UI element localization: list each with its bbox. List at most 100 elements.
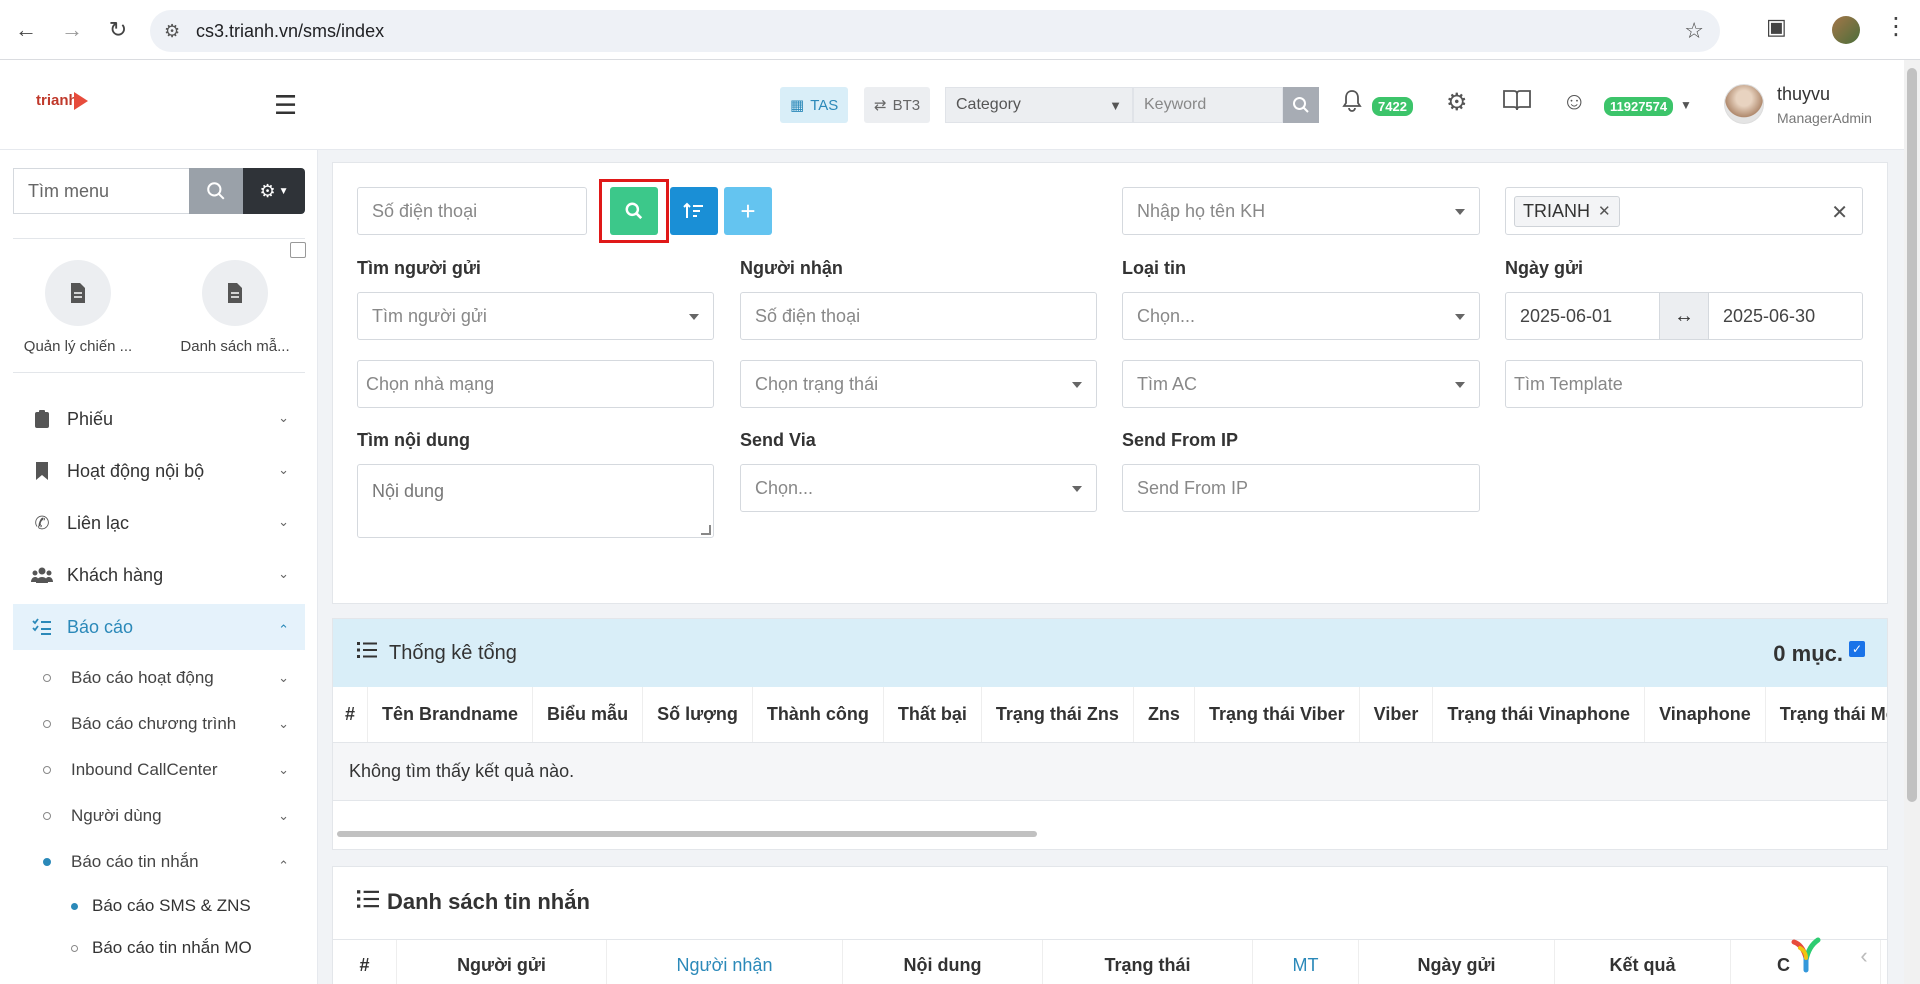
column-header[interactable]: Thất bại [884,687,982,742]
column-header-sortable[interactable]: Người nhận [607,940,843,984]
quick-link-campaigns[interactable]: Quản lý chiến ... [13,260,143,355]
column-header[interactable]: Trạng thái [1043,940,1253,984]
smiley-icon[interactable]: ☺ [1562,88,1587,116]
sidebar-item-tickets[interactable]: Phiếu ⌄ [13,396,305,442]
phone-icon: ✆ [34,512,50,533]
clear-icon[interactable]: ✕ [1831,200,1848,225]
column-header[interactable]: Người gửi [397,940,607,984]
balance-badge[interactable]: 11927574 [1604,97,1674,116]
scrollbar-thumb[interactable] [1907,68,1917,802]
tag-remove-icon[interactable]: ✕ [1598,202,1611,220]
brandname-multiselect[interactable]: TRIANH ✕ ✕ [1505,187,1863,235]
column-header[interactable]: Trạng thái Vinaphone [1433,687,1646,742]
back-icon[interactable]: ← [10,14,42,46]
address-bar[interactable]: ⚙ cs3.trianh.vn/sms/index ☆ [150,10,1720,52]
column-header[interactable]: Viber [1360,687,1434,742]
sidebar-checkbox[interactable] [290,242,306,258]
page-scrollbar[interactable] [1904,60,1920,984]
sender-select[interactable]: Tìm người gửi [357,292,714,340]
reload-icon[interactable]: ↻ [102,14,134,46]
quick-link-templates[interactable]: Danh sách mẫ... [170,260,300,355]
bell-icon[interactable] [1340,88,1364,121]
sidebar-item-sms-zns-report[interactable]: Báo cáo SMS & ZNS [13,888,305,924]
column-header-sortable[interactable]: MT [1253,940,1359,984]
category-select[interactable]: Category ▼ [945,87,1133,123]
url-text[interactable]: cs3.trianh.vn/sms/index [196,21,384,42]
send-ip-input[interactable]: Send From IP [1122,464,1480,512]
keyword-input[interactable]: Keyword [1133,87,1283,123]
sidebar-sub-users[interactable]: Người dùng ⌄ [13,796,305,836]
sidebar-sub-program-report[interactable]: Báo cáo chương trình ⌄ [13,704,305,744]
menu-settings-button[interactable]: ⚙ ▼ [243,168,305,214]
sidebar-item-customers[interactable]: Khách hàng ⌄ [13,552,305,598]
date-to-input[interactable]: 2025-06-30 [1708,292,1863,340]
gear-icon[interactable]: ⚙ [1446,88,1468,117]
menu-search-input[interactable]: Tìm menu [13,168,189,214]
chat-widget-logo-icon[interactable] [1786,934,1826,974]
date-from-input[interactable]: 2025-06-01 [1505,292,1660,340]
send-via-select[interactable]: Chọn... [740,464,1097,512]
chevron-down-icon: ⌄ [278,670,289,685]
user-name[interactable]: thuyvu [1777,84,1830,105]
sidebar-item-internal-activity[interactable]: Hoạt động nội bộ ⌄ [13,448,305,494]
customer-name-select[interactable]: Nhập họ tên KH [1122,187,1480,235]
user-avatar[interactable] [1724,84,1764,124]
sidebar-item-mo-report[interactable]: Báo cáo tin nhắn MO [13,930,305,966]
bullet-icon [43,766,51,774]
ac-select[interactable]: Tìm AC [1122,360,1480,408]
column-header[interactable]: Thành công [753,687,884,742]
template-input[interactable]: Tìm Template [1505,360,1863,408]
sidebar-sub-inbound-callcenter[interactable]: Inbound CallCenter ⌄ [13,750,305,790]
keyword-search-button[interactable] [1283,87,1319,123]
column-header[interactable]: Trạng thái Mobif [1766,687,1887,742]
column-header[interactable]: Trạng thái Zns [982,687,1134,742]
content-textarea[interactable]: Nội dung [357,464,714,538]
column-header[interactable]: Biểu mẫu [533,687,644,742]
forward-icon[interactable]: → [56,14,88,46]
phone-search-input[interactable]: Số điện thoại [357,187,587,235]
resize-handle-icon[interactable] [701,525,711,535]
column-header[interactable]: Số lượng [643,687,753,742]
sort-button[interactable] [670,187,718,235]
brand-tag: TRIANH ✕ [1514,195,1620,227]
bookmark-star-icon[interactable]: ☆ [1684,18,1704,44]
message-type-select[interactable]: Chọn... [1122,292,1480,340]
column-header[interactable]: Zns [1134,687,1195,742]
stats-checkbox[interactable]: ✓ [1849,641,1865,657]
column-header[interactable]: Vinaphone [1645,687,1766,742]
carrier-input[interactable]: Chọn nhà mạng [357,360,714,408]
search-button-highlight [599,179,669,243]
column-header[interactable]: Nội dung [843,940,1043,984]
logo[interactable]: trianh [36,92,88,111]
browser-profile-avatar[interactable] [1832,16,1860,44]
browser-menu-icon[interactable]: ⋮ [1884,12,1908,41]
column-header[interactable]: Kết quả [1555,940,1731,984]
extensions-icon[interactable]: ▣ [1766,14,1787,40]
column-header[interactable]: # [333,940,397,984]
balance-dropdown-icon[interactable]: ▼ [1680,98,1692,112]
sidebar-item-reports[interactable]: Báo cáo ⌃ [13,604,305,650]
receiver-input[interactable]: Số điện thoại [740,292,1097,340]
sidebar-sub-message-report[interactable]: Báo cáo tin nhắn ⌃ [13,842,305,882]
bt3-button[interactable]: ⇄ BT3 [864,87,931,123]
hamburger-menu-icon[interactable]: ☰ [274,90,297,121]
column-header[interactable]: Tên Brandname [368,687,534,742]
column-header[interactable]: Ngày gửi [1359,940,1555,984]
horizontal-scrollbar[interactable] [337,831,1037,837]
chevron-left-icon[interactable]: ‹ [1842,934,1886,978]
customer-placeholder: Nhập họ tên KH [1137,200,1266,221]
sender-label: Tìm người gửi [357,258,481,278]
document-icon [202,260,268,326]
column-header[interactable]: # [333,687,369,742]
column-header[interactable]: Trạng thái Viber [1195,687,1360,742]
sidebar-item-contacts[interactable]: ✆ Liên lạc ⌄ [13,500,305,546]
caret-down-icon [1455,209,1465,215]
book-icon[interactable] [1502,88,1532,119]
status-select[interactable]: Chọn trạng thái [740,360,1097,408]
site-settings-icon[interactable]: ⚙ [164,21,180,42]
sidebar-sub-activity-report[interactable]: Báo cáo hoạt động ⌄ [13,658,305,698]
menu-search-button[interactable] [189,168,243,214]
tas-button[interactable]: ▦ TAS [780,87,849,123]
add-button[interactable]: + [724,187,772,235]
notification-count-badge[interactable]: 7422 [1372,97,1413,116]
